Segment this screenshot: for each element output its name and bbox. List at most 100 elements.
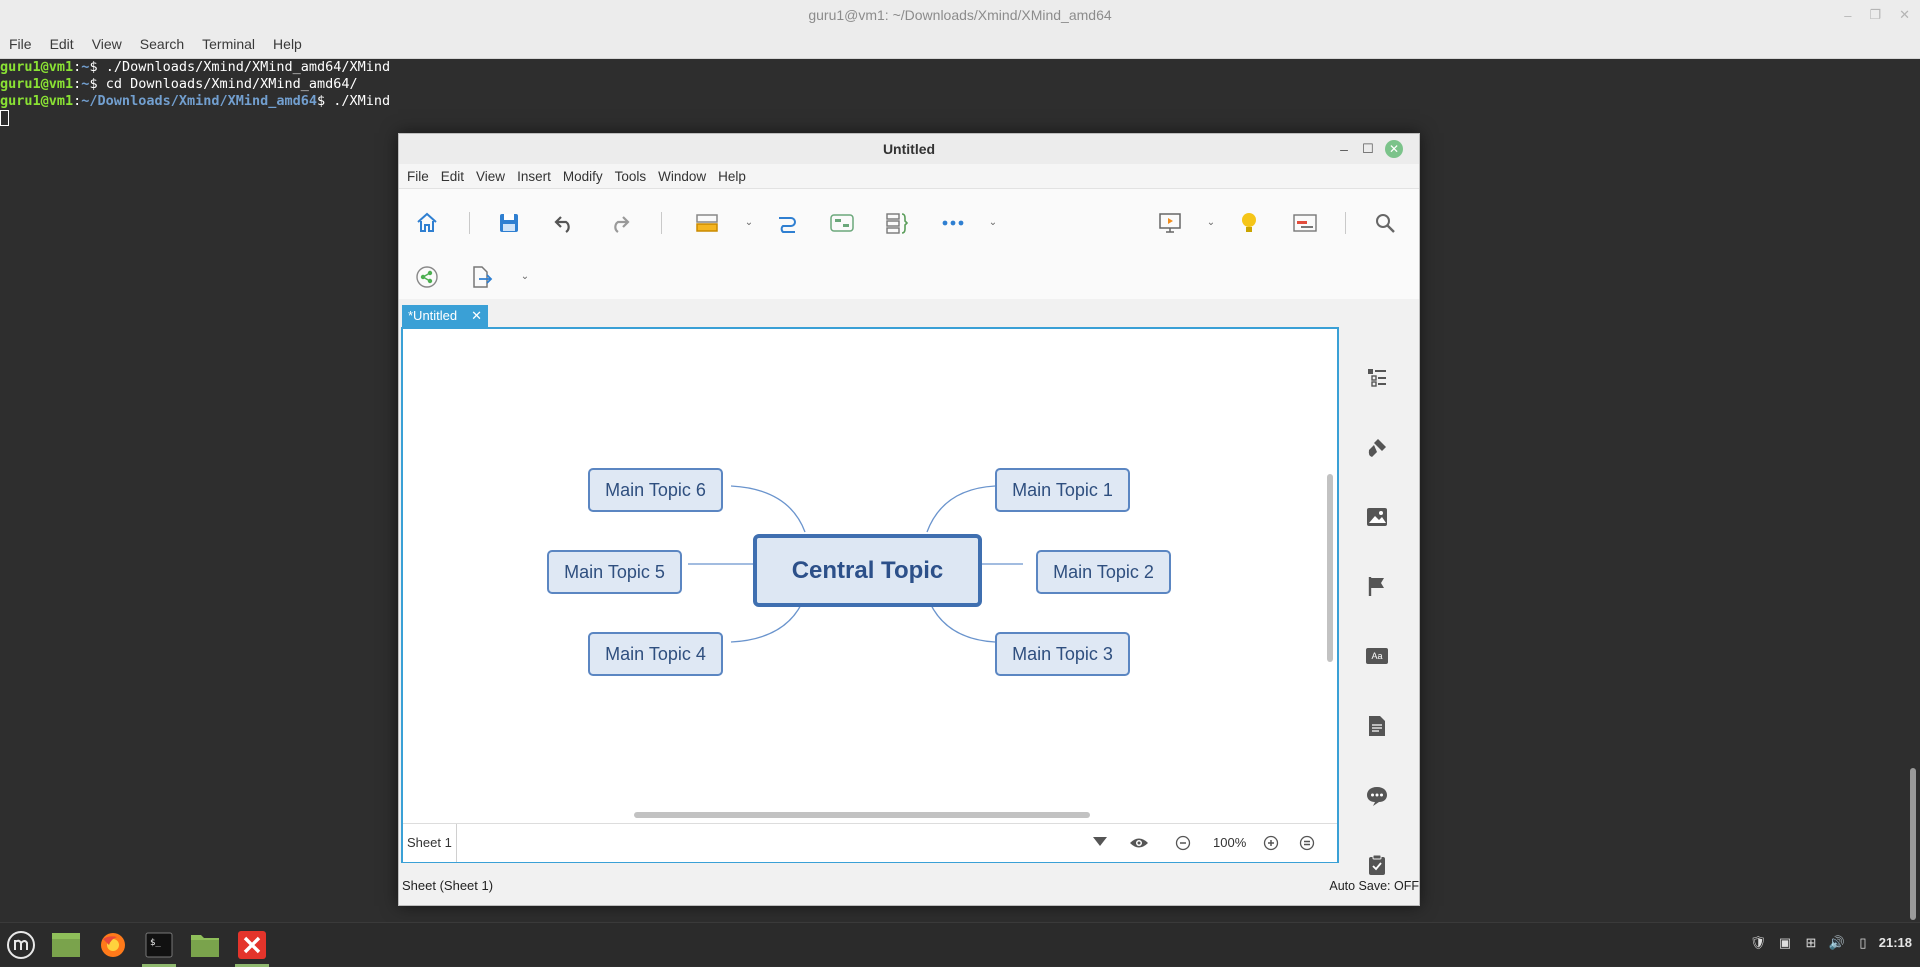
menu-view[interactable]: View [476,169,505,184]
format-brush-icon[interactable] [1361,432,1393,464]
export-icon[interactable] [465,261,497,293]
main-topic-1[interactable]: Main Topic 1 [995,468,1130,512]
idea-icon[interactable] [1233,207,1265,239]
terminal-menu-search[interactable]: Search [139,36,185,52]
save-icon[interactable] [493,207,525,239]
prompt-user: guru1@vm1 [0,76,74,92]
terminal-menu-help[interactable]: Help [272,36,303,52]
notes-icon[interactable] [1361,710,1393,742]
more-dropdown-icon[interactable]: ⌄ [987,217,999,229]
export-dropdown-icon[interactable]: ⌄ [519,271,531,283]
relationship-icon[interactable] [771,207,803,239]
svg-text:$_: $_ [150,938,161,948]
maximize-button[interactable]: ❐ [1869,7,1881,23]
terminal-menu-terminal[interactable]: Terminal [201,36,256,52]
xmind-minimize-button[interactable]: – [1335,140,1353,158]
outline-icon[interactable] [1361,362,1393,394]
branch-line [926,485,996,533]
gantt-icon[interactable] [1289,207,1321,239]
show-desktop-icon[interactable] [49,928,83,962]
presentation-dropdown-icon[interactable]: ⌄ [1205,217,1217,229]
main-topic-5[interactable]: Main Topic 5 [547,550,682,594]
terminal-line: guru1@vm1:~/Downloads/Xmind/XMind_amd64$… [0,93,391,109]
close-button[interactable]: ✕ [1899,7,1910,23]
marker-flag-icon[interactable] [1361,570,1393,602]
menu-edit[interactable]: Edit [441,169,464,184]
command-text: ./Downloads/Xmind/XMind_amd64/XMind [105,59,391,75]
menu-insert[interactable]: Insert [517,169,551,184]
vertical-scrollbar[interactable] [1327,474,1333,662]
clock[interactable]: 21:18 [1879,935,1912,950]
toolbar-separator [469,212,470,234]
terminal-line: guru1@vm1:~$ cd Downloads/Xmind/XMind_am… [0,76,358,92]
minimize-button[interactable]: – [1844,8,1851,23]
toolbar-separator [661,212,662,234]
shield-icon[interactable]: 🛡 [1749,934,1767,952]
search-icon[interactable] [1369,207,1401,239]
xmind-icon[interactable] [235,928,269,967]
zoom-in-icon[interactable] [1263,835,1279,851]
xmind-toolbar: ⌄ ⌄ ⌄ ⌄ [399,189,1419,299]
terminal-menu-edit[interactable]: Edit [49,36,75,52]
prompt-path: ~/Downloads/Xmind/XMind_amd64 [81,93,317,109]
terminal-line: guru1@vm1:~$ ./Downloads/Xmind/XMind_amd… [0,59,391,75]
sheet-dropdown-icon[interactable] [1093,837,1107,846]
menu-help[interactable]: Help [718,169,746,184]
terminal-menu-view[interactable]: View [91,36,123,52]
comments-icon[interactable] [1361,780,1393,812]
xmind-title: Untitled [399,134,1419,164]
terminal-window-controls: – ❐ ✕ [1844,0,1910,30]
menu-file[interactable]: File [407,169,429,184]
topic-icon[interactable] [691,207,723,239]
topic-dropdown-icon[interactable]: ⌄ [743,217,755,229]
terminal-menubar: File Edit View Search Terminal Help [0,30,1920,59]
volume-icon[interactable]: 🔊 [1828,934,1846,952]
power-icon[interactable]: ▯ [1854,934,1872,952]
main-topic-2[interactable]: Main Topic 2 [1036,550,1171,594]
xmind-maximize-button[interactable]: ☐ [1359,140,1377,158]
undo-icon[interactable] [548,207,580,239]
zoom-out-icon[interactable] [1175,835,1191,851]
fit-map-icon[interactable] [1299,835,1315,851]
prompt-path: ~ [81,76,90,92]
prompt-user: guru1@vm1 [0,59,74,75]
command-text: ./XMind [333,93,391,109]
central-topic[interactable]: Central Topic [753,534,982,607]
terminal-icon[interactable]: $_ [142,928,176,967]
toolbar-separator [1345,212,1346,234]
zoom-level: 100% [1213,835,1247,850]
menu-window[interactable]: Window [658,169,706,184]
main-topic-6[interactable]: Main Topic 6 [588,468,723,512]
status-autosave[interactable]: Auto Save: OFF [1329,879,1419,893]
eye-icon[interactable] [1129,834,1149,852]
summary-icon[interactable] [881,207,913,239]
boundary-icon[interactable] [826,207,858,239]
redo-icon[interactable] [604,207,636,239]
terminal-menu-file[interactable]: File [8,36,33,52]
firefox-icon[interactable] [96,928,130,962]
status-bar: Sheet (Sheet 1) Auto Save: OFF [399,874,1419,898]
tab-close-icon[interactable]: ✕ [471,305,482,327]
share-icon[interactable] [411,261,443,293]
xmind-close-button[interactable]: ✕ [1385,140,1403,158]
more-icon[interactable] [937,207,969,239]
prompt-path: ~ [81,59,90,75]
main-topic-3[interactable]: Main Topic 3 [995,632,1130,676]
command-text: cd Downloads/Xmind/XMind_amd64/ [105,76,358,92]
presentation-icon[interactable] [1154,207,1186,239]
image-icon[interactable] [1361,501,1393,533]
label-icon[interactable]: Aa [1361,640,1393,672]
horizontal-scrollbar[interactable] [634,812,1090,818]
menu-tools[interactable]: Tools [615,169,647,184]
main-topic-4[interactable]: Main Topic 4 [588,632,723,676]
clipboard-icon[interactable]: ▣ [1776,934,1794,952]
network-icon[interactable]: ⊞ [1802,934,1820,952]
files-icon[interactable] [188,928,222,962]
menu-icon[interactable] [4,928,38,962]
home-icon[interactable] [411,207,443,239]
map-canvas[interactable]: Central Topic Main Topic 1 Main Topic 2 … [403,329,1325,805]
sheet-tab[interactable]: Sheet 1 [403,824,457,862]
menu-modify[interactable]: Modify [563,169,603,184]
tab-untitled[interactable]: *Untitled ✕ [402,305,488,327]
terminal-scrollbar[interactable] [1910,768,1916,920]
